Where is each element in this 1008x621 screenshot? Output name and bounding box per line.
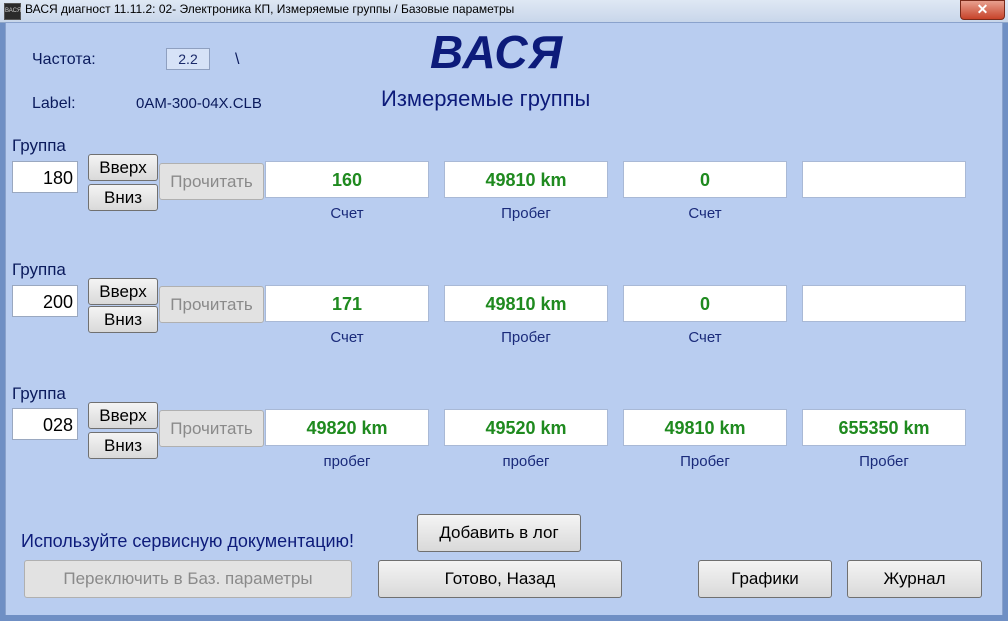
group-read-button[interactable]: Прочитать — [159, 286, 264, 323]
add-to-log-button[interactable]: Добавить в лог — [417, 514, 581, 552]
group-label: Группа — [12, 384, 66, 403]
window-title: ВАСЯ диагност 11.11.2: 02- Электроника К… — [25, 2, 515, 16]
unit-label: Счет — [688, 205, 722, 222]
group-down-button[interactable]: Вниз — [88, 306, 158, 333]
journal-button[interactable]: Журнал — [847, 560, 982, 598]
window-bottom-border — [0, 615, 1008, 621]
group-down-button[interactable]: Вниз — [88, 432, 158, 459]
group-up-button[interactable]: Вверх — [88, 154, 158, 181]
title-bar: ВАСЯ ВАСЯ диагност 11.11.2: 02- Электрон… — [0, 0, 1008, 23]
label-value: 0AM-300-04X.CLB — [136, 95, 262, 112]
unit-label: Пробег — [501, 329, 551, 346]
value-field: 655350 km — [802, 409, 966, 446]
unit-label: Счет — [688, 329, 722, 346]
group-number-input[interactable]: 028 — [12, 408, 78, 440]
app-logo: ВАСЯ — [430, 26, 564, 78]
value-field: 49520 km — [444, 409, 608, 446]
unit-label: Пробег — [501, 205, 551, 222]
value-field: 49810 km — [623, 409, 787, 446]
group-number-input[interactable]: 200 — [12, 285, 78, 317]
done-back-button[interactable]: Готово, Назад — [378, 560, 622, 598]
value-field: 160 — [265, 161, 429, 198]
unit-label: Счет — [330, 329, 364, 346]
group-read-button[interactable]: Прочитать — [159, 410, 264, 447]
frequency-label: Частота: — [32, 51, 96, 68]
group-label: Группа — [12, 260, 66, 279]
main-panel: Частота: 2.2 \ Label: 0AM-300-04X.CLB ВА… — [5, 22, 1003, 617]
value-field — [802, 285, 966, 322]
group-read-button[interactable]: Прочитать — [159, 163, 264, 200]
frequency-extra: \ — [235, 51, 240, 68]
value-field: 49820 km — [265, 409, 429, 446]
group-down-button[interactable]: Вниз — [88, 184, 158, 211]
value-field: 0 — [623, 161, 787, 198]
unit-label: Пробег — [859, 453, 909, 470]
value-field — [802, 161, 966, 198]
unit-label: Счет — [330, 205, 364, 222]
group-up-button[interactable]: Вверх — [88, 402, 158, 429]
unit-label: Пробег — [680, 453, 730, 470]
group-label: Группа — [12, 136, 66, 155]
value-field: 49810 km — [444, 285, 608, 322]
app-icon: ВАСЯ — [4, 3, 21, 20]
group-up-button[interactable]: Вверх — [88, 278, 158, 305]
service-notice: Используйте сервисную документацию! — [21, 531, 355, 551]
page-subtitle: Измеряемые группы — [381, 86, 591, 111]
value-field: 0 — [623, 285, 787, 322]
frequency-value: 2.2 — [166, 48, 210, 70]
switch-basic-params-button[interactable]: Переключить в Баз. параметры — [24, 560, 352, 598]
unit-label: пробег — [323, 453, 371, 470]
group-number-input[interactable]: 180 — [12, 161, 78, 193]
label-label: Label: — [32, 95, 76, 112]
unit-label: пробег — [502, 453, 550, 470]
graphs-button[interactable]: Графики — [698, 560, 832, 598]
value-field: 49810 km — [444, 161, 608, 198]
close-button[interactable]: ✕ — [960, 0, 1005, 20]
value-field: 171 — [265, 285, 429, 322]
